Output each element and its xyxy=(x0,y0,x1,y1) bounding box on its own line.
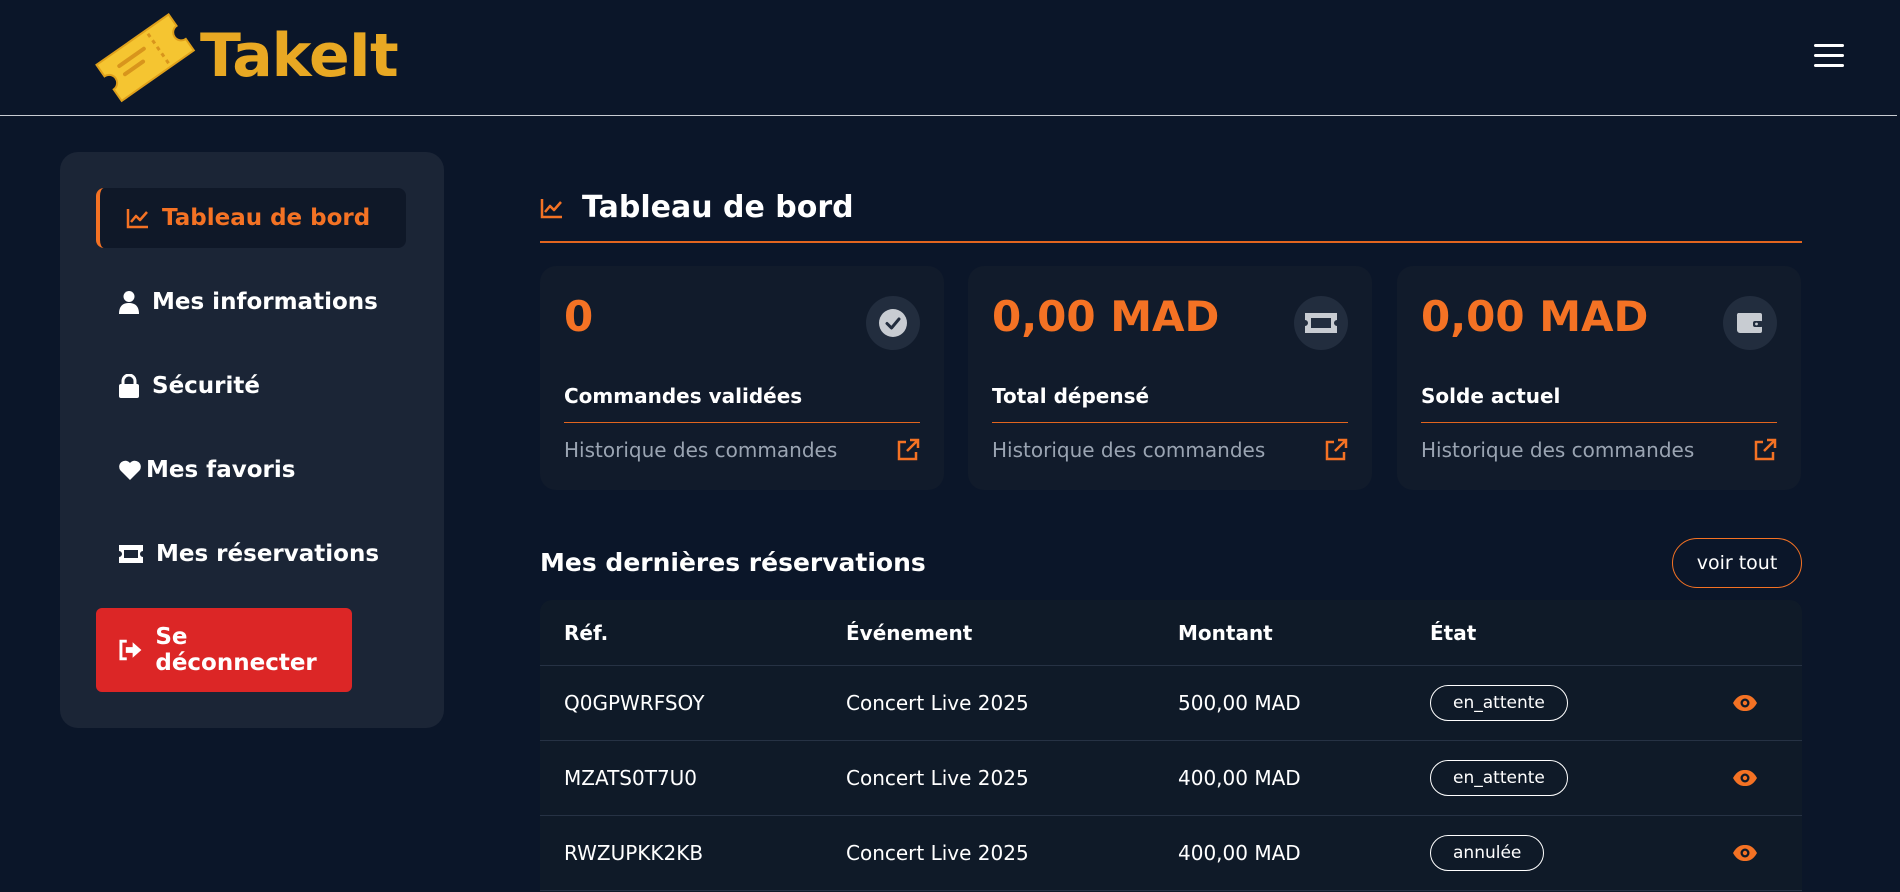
hamburger-menu-icon[interactable] xyxy=(1814,44,1844,68)
logout-button[interactable]: Se déconnecter xyxy=(96,608,352,692)
stat-value: 0 xyxy=(564,292,594,341)
sign-out-icon xyxy=(119,639,142,661)
stat-card-spent: 0,00 MAD Total dépensé Historique des co… xyxy=(968,266,1372,490)
chart-line-icon xyxy=(126,209,148,229)
stat-label: Commandes validées xyxy=(564,384,803,408)
sidebar-item-informations[interactable]: Mes informations xyxy=(96,272,406,332)
see-all-button[interactable]: voir tout xyxy=(1672,538,1802,588)
sidebar-item-dashboard[interactable]: Tableau de bord xyxy=(96,188,406,248)
order-history-link[interactable]: Historique des commandes xyxy=(1421,438,1777,462)
cell-ref: Q0GPWRFSOY xyxy=(564,691,705,715)
table-row: RWZUPKK2KB Concert Live 2025 400,00 MAD … xyxy=(540,816,1802,891)
sidebar-item-label: Sécurité xyxy=(152,373,260,399)
external-link-icon xyxy=(897,438,920,461)
sidebar-item-label: Tableau de bord xyxy=(162,205,371,231)
brand-logo[interactable]: TakeIt xyxy=(92,6,399,106)
column-header-amount: Montant xyxy=(1178,620,1273,645)
external-link-icon xyxy=(1754,438,1777,461)
brand-name: TakeIt xyxy=(200,21,399,91)
column-header-status: État xyxy=(1430,620,1477,645)
link-text: Historique des commandes xyxy=(1421,438,1695,462)
card-divider xyxy=(1421,422,1777,423)
order-history-link[interactable]: Historique des commandes xyxy=(564,438,920,462)
table-header: Réf. Événement Montant État xyxy=(540,600,1802,666)
sidebar-item-label: Mes réservations xyxy=(156,541,380,567)
sidebar-item-reservations[interactable]: Mes réservations xyxy=(96,524,406,584)
cell-amount: 500,00 MAD xyxy=(1178,691,1301,715)
stat-value: 0,00 MAD xyxy=(992,292,1220,341)
chart-line-icon xyxy=(540,198,562,218)
stat-label: Total dépensé xyxy=(992,384,1150,408)
external-link-icon xyxy=(1325,438,1348,461)
table-row: MZATS0T7U0 Concert Live 2025 400,00 MAD … xyxy=(540,741,1802,816)
cell-status: en_attente xyxy=(1430,741,1568,815)
wallet-icon xyxy=(1723,296,1777,350)
cell-amount: 400,00 MAD xyxy=(1178,841,1301,865)
stat-label: Solde actuel xyxy=(1421,384,1561,408)
cell-ref: RWZUPKK2KB xyxy=(564,841,704,865)
heart-icon xyxy=(119,460,141,480)
view-eye-icon[interactable] xyxy=(1732,666,1758,740)
stat-value: 0,00 MAD xyxy=(1421,292,1649,341)
sidebar: Tableau de bord Mes informations Sécurit… xyxy=(60,152,444,728)
view-eye-icon[interactable] xyxy=(1732,816,1758,890)
status-badge: en_attente xyxy=(1430,760,1568,796)
ticket-logo-icon xyxy=(95,12,196,103)
cell-amount: 400,00 MAD xyxy=(1178,766,1301,790)
status-badge: en_attente xyxy=(1430,685,1568,721)
page-title: Tableau de bord xyxy=(540,190,854,225)
ticket-icon xyxy=(1294,296,1348,350)
sidebar-item-label: Mes informations xyxy=(152,289,378,315)
link-text: Historique des commandes xyxy=(564,438,838,462)
card-divider xyxy=(564,422,920,423)
check-circle-icon xyxy=(866,296,920,350)
sidebar-item-securite[interactable]: Sécurité xyxy=(96,356,406,416)
lock-icon xyxy=(119,374,139,398)
cell-event: Concert Live 2025 xyxy=(846,691,1029,715)
sidebar-item-label: Mes favoris xyxy=(146,457,296,483)
ticket-icon xyxy=(119,545,143,563)
cell-event: Concert Live 2025 xyxy=(846,766,1029,790)
user-icon xyxy=(119,291,139,314)
order-history-link[interactable]: Historique des commandes xyxy=(992,438,1348,462)
cell-ref: MZATS0T7U0 xyxy=(564,766,698,790)
cell-event: Concert Live 2025 xyxy=(846,841,1029,865)
cell-status: annulée xyxy=(1430,816,1545,890)
view-eye-icon[interactable] xyxy=(1732,741,1758,815)
title-divider xyxy=(540,241,1802,243)
column-header-ref: Réf. xyxy=(564,620,609,645)
column-header-event: Événement xyxy=(846,620,973,645)
stat-card-orders: 0 Commandes validées Historique des comm… xyxy=(540,266,944,490)
status-badge: annulée xyxy=(1430,835,1545,871)
link-text: Historique des commandes xyxy=(992,438,1266,462)
cell-status: en_attente xyxy=(1430,666,1568,740)
reservations-table: Réf. Événement Montant État Q0GPWRFSOY C… xyxy=(540,600,1802,892)
table-row: Q0GPWRFSOY Concert Live 2025 500,00 MAD … xyxy=(540,666,1802,741)
top-header: TakeIt xyxy=(0,0,1897,116)
sidebar-item-favoris[interactable]: Mes favoris xyxy=(96,440,406,500)
page-title-text: Tableau de bord xyxy=(582,190,854,225)
logout-label: Se déconnecter xyxy=(155,624,317,676)
reservations-title: Mes dernières réservations xyxy=(540,548,926,577)
card-divider xyxy=(992,422,1348,423)
stat-card-balance: 0,00 MAD Solde actuel Historique des com… xyxy=(1397,266,1801,490)
